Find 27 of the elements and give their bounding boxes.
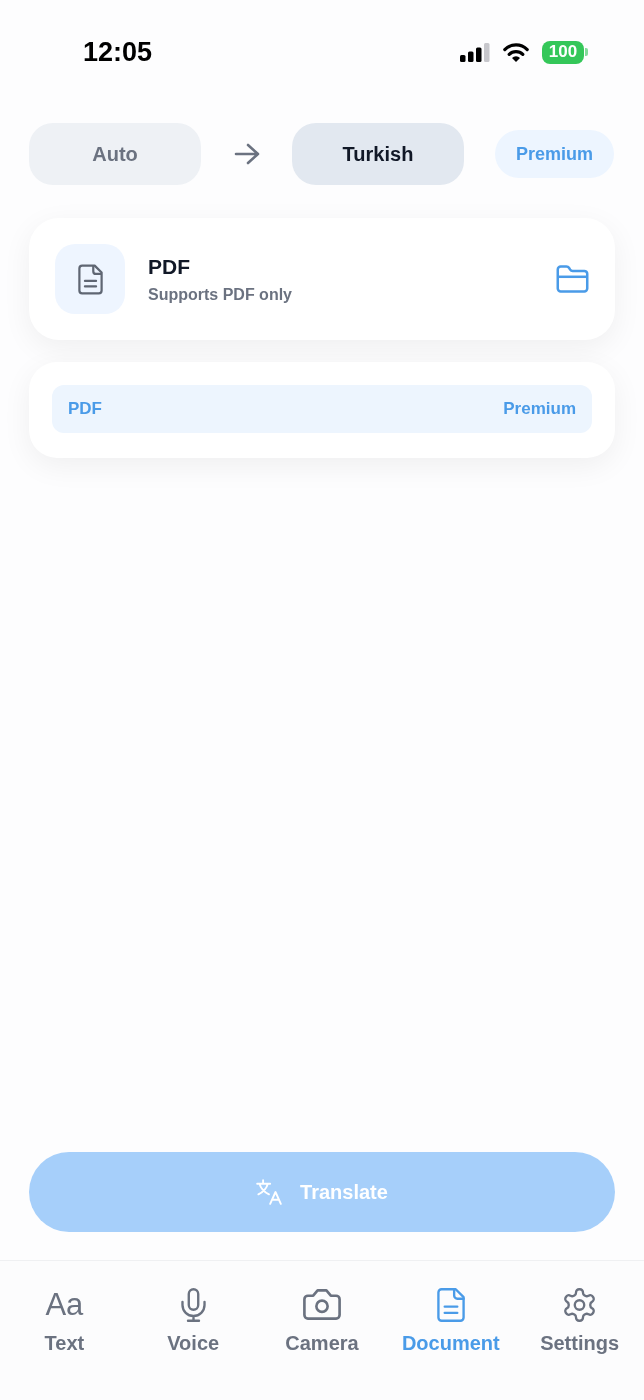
document-icon [436,1288,465,1322]
premium-button[interactable]: Premium [495,130,614,178]
tab-bar-item[interactable]: Voice [128,1261,258,1400]
upload-card[interactable]: PDF Supports PDF only [29,218,615,340]
microphone-icon [180,1288,206,1322]
source-language-button[interactable]: Auto [29,123,201,185]
tab-bar-item[interactable]: Camera [257,1261,387,1400]
premium-label: Premium [503,399,576,419]
wifi-icon [503,42,529,62]
tab-bar-item[interactable]: Settings [515,1261,644,1400]
tab-bar-item[interactable]: Aa Text [0,1261,129,1400]
settings-icon [564,1288,596,1322]
card-title: PDF [148,254,191,279]
arrow-right-icon [234,143,260,165]
format-option[interactable]: PDF Premium [52,385,592,433]
signal-icon [460,42,490,62]
battery-percentage: 100 [542,40,584,64]
translate-icon [256,1179,283,1205]
folder-icon[interactable] [556,265,589,293]
camera-icon [303,1289,341,1320]
target-language-button[interactable]: Turkish [292,123,464,185]
document-icon [55,244,125,314]
letters-icon: Aa [45,1288,84,1322]
tab-bar-item[interactable]: Document [386,1261,516,1400]
status-time: 12:05 [83,36,153,68]
format-name: PDF [68,399,102,419]
card-subtitle: Supports PDF only [148,285,292,304]
